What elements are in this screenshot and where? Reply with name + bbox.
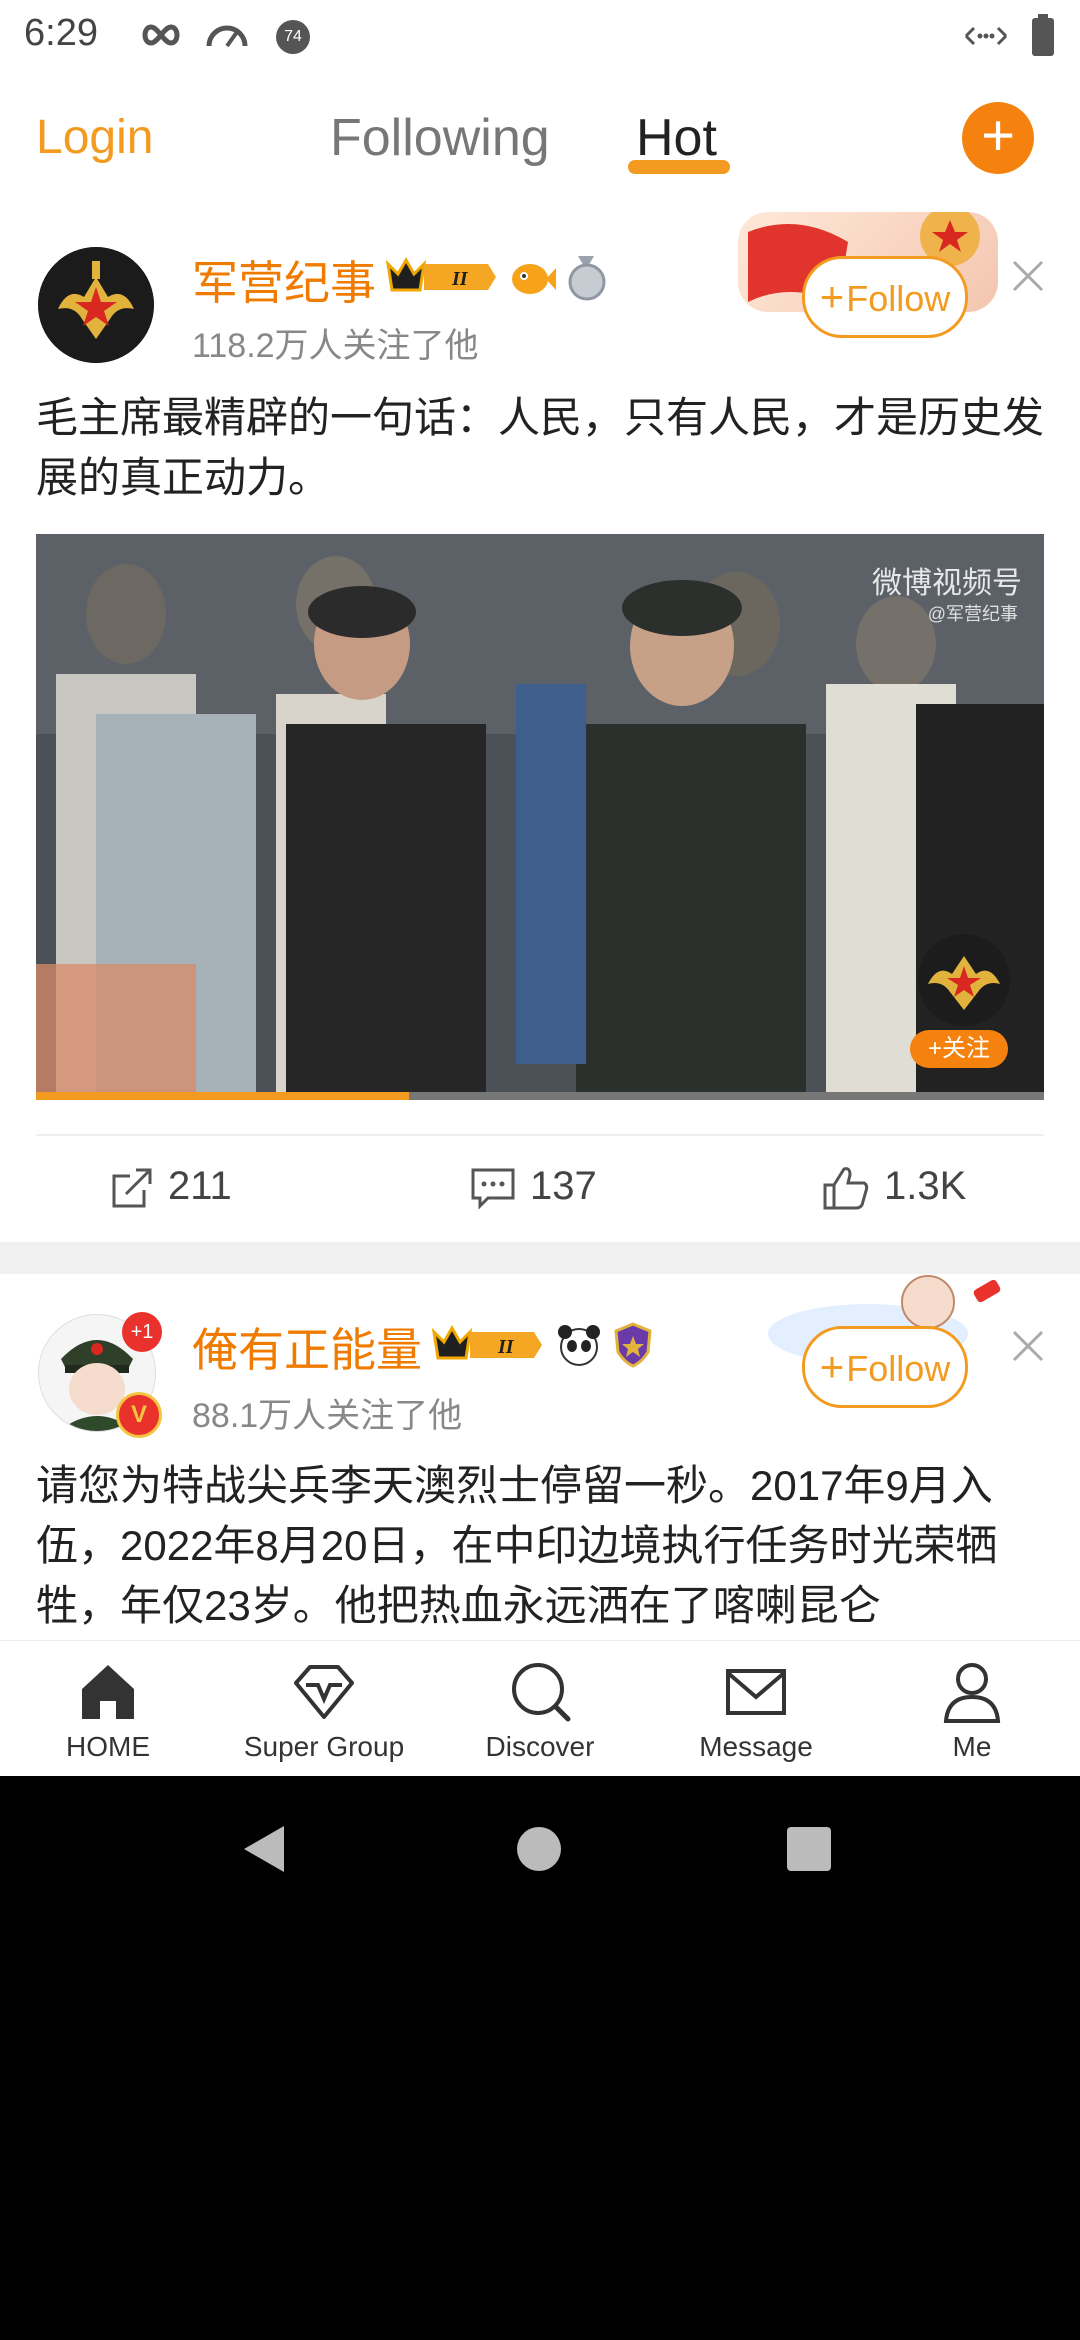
comment-icon	[471, 1168, 515, 1211]
post-fans-count: 118.2万人关注了他	[192, 327, 479, 365]
repost-icon	[112, 1168, 152, 1208]
envelope-icon	[726, 1669, 786, 1715]
nav-discover-label: Discover	[485, 1731, 595, 1762]
close-icon[interactable]	[1008, 256, 1048, 296]
follow-label: Follow	[846, 278, 951, 319]
close-icon[interactable]	[1008, 1326, 1048, 1366]
search-icon	[512, 1663, 571, 1722]
status-time: 6:29	[24, 12, 98, 54]
feed-post: 军营纪事 II +Follow 118.2万人关注了他 毛主席最精辟的一句话：人…	[0, 202, 1080, 1242]
nav-super-group-label: Super Group	[243, 1731, 405, 1762]
post-separator	[0, 1242, 1080, 1274]
battery-icon	[1032, 14, 1054, 56]
plus-icon: +	[981, 103, 1015, 168]
avatar[interactable]	[38, 247, 154, 363]
back-icon[interactable]	[242, 1824, 286, 1874]
shield-badge-icon	[614, 1322, 652, 1368]
nav-discover[interactable]: Discover	[432, 1641, 648, 1776]
badge-level-text: II	[451, 268, 469, 290]
avatar-notification-badge: +1	[122, 1312, 162, 1352]
diamond-icon	[294, 1665, 354, 1719]
repost-button[interactable]: 211	[110, 1164, 232, 1210]
home-icon	[82, 1665, 134, 1719]
home-circle-icon[interactable]	[516, 1826, 562, 1872]
status-bar: 6:29 74	[0, 0, 1080, 72]
person-icon	[943, 1663, 1001, 1723]
nav-home[interactable]: HOME	[0, 1641, 216, 1776]
nav-home-label: HOME	[66, 1731, 150, 1762]
comment-count: 137	[530, 1164, 597, 1208]
top-navigation: Login Following Hot +	[0, 72, 1080, 204]
video-watermark-sub: @军营纪事	[927, 604, 1018, 624]
login-link[interactable]: Login	[36, 110, 153, 165]
system-navigation-bar	[0, 1776, 1080, 1916]
channel-logo-icon	[918, 934, 1010, 1026]
video-progress-fill	[36, 1092, 409, 1100]
verified-v-icon: V	[116, 1392, 162, 1438]
tab-following[interactable]: Following	[330, 108, 550, 168]
nav-message-label: Message	[699, 1731, 813, 1762]
repost-count: 211	[168, 1164, 232, 1208]
add-button[interactable]: +	[962, 102, 1034, 174]
medal-badge-icon	[568, 256, 606, 301]
post-fans-count: 88.1万人关注了他	[192, 1397, 463, 1435]
nav-me-label: Me	[952, 1731, 992, 1762]
thumbs-up-icon	[823, 1167, 869, 1210]
data-arrows-icon	[964, 26, 1008, 46]
feed[interactable]: 军营纪事 II +Follow 118.2万人关注了他 毛主席最精辟的一句话：人…	[0, 202, 1080, 1640]
panda-badge-icon	[558, 1325, 600, 1366]
follow-label: Follow	[846, 1348, 951, 1389]
post-author-name[interactable]: 军营纪事	[192, 247, 376, 313]
tab-hot[interactable]: Hot	[636, 108, 717, 168]
notification-74-icon: 74	[276, 20, 310, 54]
video-progress-track[interactable]	[36, 1092, 1044, 1100]
follow-button[interactable]: +Follow	[802, 1326, 968, 1408]
recents-square-icon[interactable]	[786, 1826, 832, 1872]
nav-super-group[interactable]: Super Group	[216, 1641, 432, 1776]
app-screen: 6:29 74 Login Following Hot + 军营纪事 II +F…	[0, 0, 1080, 1776]
bottom-tab-bar: HOME Super Group Discover Message Me	[0, 1640, 1080, 1776]
post-text[interactable]: 请您为特战尖兵李天澳烈士停留一秒。2017年9月入伍，2022年8月20日，在中…	[36, 1456, 1046, 1626]
video-frame	[36, 534, 1044, 1100]
action-divider	[36, 1134, 1044, 1136]
speedometer-icon	[206, 25, 248, 48]
nav-message[interactable]: Message	[648, 1641, 864, 1776]
badge-level-text: II	[497, 1336, 515, 1358]
video-player[interactable]: 微博视频号 @军营纪事 +关注	[36, 534, 1044, 1100]
like-count: 1.3K	[884, 1164, 967, 1208]
nav-me[interactable]: Me	[864, 1641, 1080, 1776]
follow-button[interactable]: +Follow	[802, 256, 968, 338]
comment-button[interactable]: 137	[470, 1164, 597, 1211]
video-follow-chip[interactable]: +关注	[910, 1030, 1008, 1068]
fish-badge-icon	[512, 264, 556, 294]
like-button[interactable]: 1.3K	[822, 1164, 966, 1211]
army-emblem-icon	[38, 247, 154, 363]
feed-post: +1 V 俺有正能量 II +Follow 88.1万人关注了他 请您为特战尖兵…	[0, 1274, 1080, 1640]
post-author-name[interactable]: 俺有正能量	[192, 1314, 422, 1380]
crown-level-badge: II	[431, 1324, 542, 1360]
infinity-icon	[142, 24, 180, 46]
post-text[interactable]: 毛主席最精辟的一句话：人民，只有人民，才是历史发展的真正动力。	[36, 388, 1046, 508]
video-watermark: 微博视频号	[872, 567, 1022, 600]
active-tab-indicator	[628, 160, 730, 174]
crown-level-badge: II	[385, 256, 496, 292]
